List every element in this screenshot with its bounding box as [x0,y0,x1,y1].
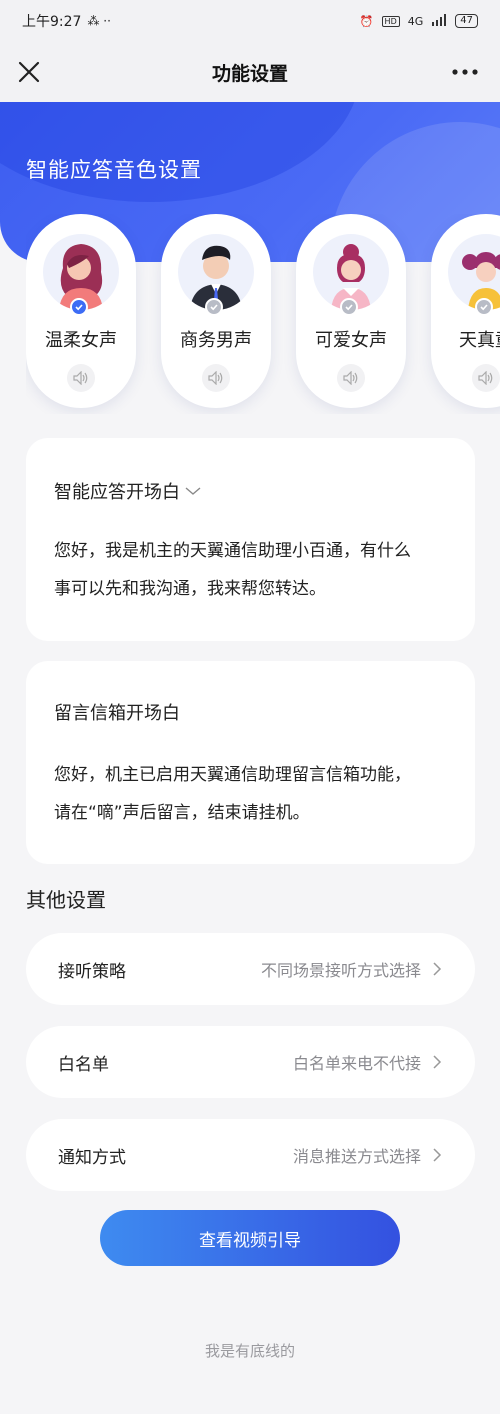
speaker-icon[interactable] [472,364,500,392]
network-label: 4G [407,14,424,28]
speaker-icon[interactable] [67,364,95,392]
speaker-icon[interactable] [202,364,230,392]
voice-card-child[interactable]: 天真童 [431,214,500,408]
status-extra: ⁂ ·· [87,14,111,28]
setting-value: 不同场景接听方式选择 [260,961,421,980]
voice-card-gentle-female[interactable]: 温柔女声 [26,214,136,408]
voicemail-text: 您好，机主已启用天翼通信助理留言信箱功能， 请在“嘀”声后留言，结束请挂机。 [54,756,447,832]
voicemail-title: 留言信箱开场白 [54,699,180,725]
speaker-icon[interactable] [337,364,365,392]
battery-icon: 47 [455,14,478,28]
hd-icon: HD [381,15,400,27]
voicemail-line: 您好，机主已启用天翼通信助理留言信箱功能， [54,765,411,785]
greeting-line: 事可以先和我沟通，我来帮您转达。 [54,579,326,599]
section-title: 其他设置 [26,888,106,912]
greeting-text: 您好，我是机主的天翼通信助理小百通，有什么 事可以先和我沟通，我来帮您转达。 [54,532,447,608]
unselected-check-icon [340,298,358,316]
footer-text: 我是有底线的 [204,1342,295,1360]
voice-name: 天真童 [459,330,500,351]
chevron-right-icon [431,961,443,977]
voicemail-card[interactable]: 留言信箱开场白 您好，机主已启用天翼通信助理留言信箱功能， 请在“嘀”声后留言，… [26,661,475,864]
unselected-check-icon [205,298,223,316]
alarm-icon: ⏰ [359,14,374,28]
voice-name: 商务男声 [180,330,252,351]
setting-row-notification[interactable]: 通知方式 消息推送方式选择 [26,1119,475,1191]
chevron-right-icon [431,1054,443,1070]
setting-label: 接听策略 [58,961,126,982]
signal-icon [431,13,447,29]
voice-card-business-male[interactable]: 商务男声 [161,214,271,408]
selected-check-icon [70,298,88,316]
setting-label: 白名单 [58,1054,109,1075]
view-video-guide-button[interactable]: 查看视频引导 [100,1210,400,1266]
setting-label: 通知方式 [58,1147,126,1168]
hero-title: 智能应答音色设置 [26,158,202,182]
chevron-right-icon [431,1147,443,1163]
avatar-child [448,234,500,310]
setting-value: 白名单来电不代接 [292,1054,421,1073]
greeting-title-label: 智能应答开场白 [54,482,180,503]
unselected-check-icon [475,298,493,316]
setting-value: 消息推送方式选择 [292,1147,421,1166]
more-icon[interactable] [450,57,480,87]
voice-name: 温柔女声 [45,330,117,351]
nav-bar: 功能设置 [0,42,500,102]
voicemail-title-label: 留言信箱开场白 [54,703,180,724]
greeting-line: 您好，我是机主的天翼通信助理小百通，有什么 [54,541,411,561]
voice-card-cute-female[interactable]: 可爱女声 [296,214,406,408]
setting-row-whitelist[interactable]: 白名单 白名单来电不代接 [26,1026,475,1098]
greeting-card[interactable]: 智能应答开场白 您好，我是机主的天翼通信助理小百通，有什么 事可以先和我沟通，我… [26,438,475,641]
page-title: 功能设置 [211,62,288,85]
voice-name: 可爱女声 [315,330,387,351]
voicemail-line: 请在“嘀”声后留言，结束请挂机。 [54,803,310,823]
close-icon[interactable] [14,57,44,87]
status-time: 上午9:27 [22,14,82,30]
voice-list: 温柔女声 商务男声 可爱女声 天真 [26,214,500,414]
setting-row-answer-strategy[interactable]: 接听策略 不同场景接听方式选择 [26,933,475,1005]
chevron-down-icon[interactable] [184,481,202,502]
status-bar: 上午9:27 ⁂ ·· ⏰ HD 4G 47 [0,0,500,42]
greeting-title[interactable]: 智能应答开场白 [54,478,202,504]
